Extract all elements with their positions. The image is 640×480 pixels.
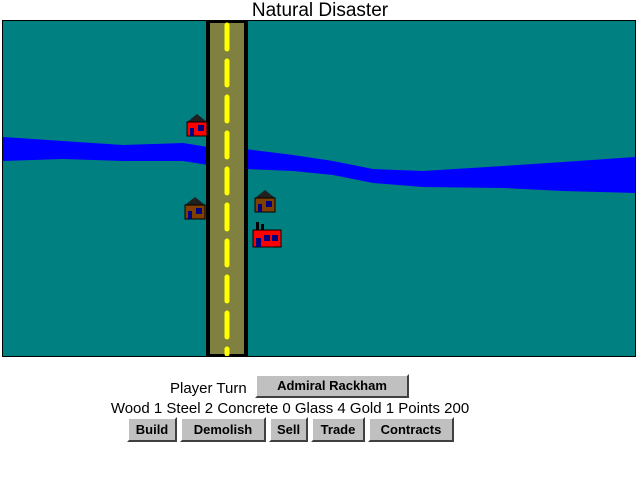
contracts-button[interactable]: Contracts <box>368 417 454 442</box>
build-button[interactable]: Build <box>127 417 177 442</box>
player-turn-label: Player Turn <box>170 380 247 397</box>
resources-bar: Wood 1 Steel 2 Concrete 0 Glass 4 Gold 1… <box>0 400 580 418</box>
concrete-label: Concrete <box>217 400 279 417</box>
turn-row: Player Turn Admiral Rackham <box>0 374 640 398</box>
current-player-button[interactable]: Admiral Rackham <box>255 374 409 398</box>
demolish-button[interactable]: Demolish <box>180 417 266 442</box>
glass-label: Glass <box>294 400 334 417</box>
map-canvas[interactable] <box>3 21 635 356</box>
steel-value: 2 <box>204 400 214 417</box>
game-title: Natural Disaster <box>251 0 389 21</box>
wood-label: Wood <box>110 400 150 417</box>
trade-button[interactable]: Trade <box>311 417 365 442</box>
wood-value: 1 <box>153 400 163 417</box>
points-value: 200 <box>444 400 470 417</box>
action-bar: Build Demolish Sell Trade Contracts <box>0 417 640 442</box>
sell-button[interactable]: Sell <box>269 417 308 442</box>
gold-value: 1 <box>385 400 395 417</box>
gold-label: Gold <box>349 400 382 417</box>
steel-label: Steel <box>166 400 201 417</box>
game-map[interactable] <box>2 20 636 357</box>
concrete-value: 0 <box>282 400 291 417</box>
points-label: Points <box>398 400 440 417</box>
glass-value: 4 <box>337 400 346 417</box>
